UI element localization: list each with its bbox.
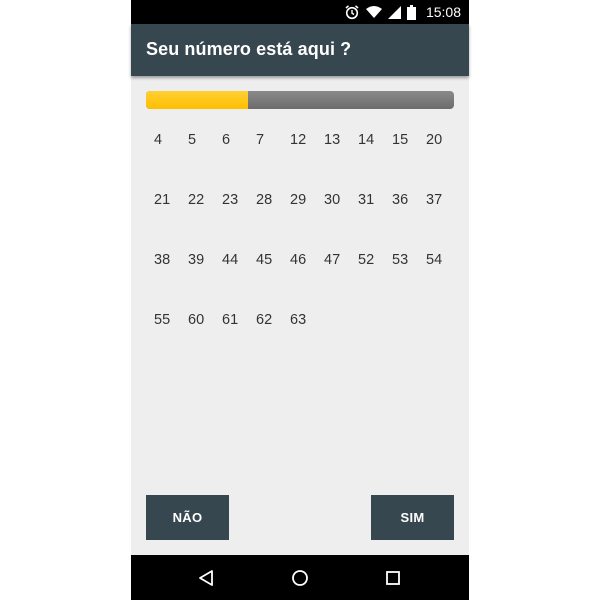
number-item: 15: [392, 132, 409, 148]
number-item: 62: [256, 312, 273, 328]
number-item: 30: [324, 192, 341, 208]
status-time: 15:08: [425, 4, 461, 20]
number-item: 36: [392, 192, 409, 208]
number-item: 52: [358, 252, 375, 268]
back-icon[interactable]: [193, 565, 219, 591]
no-button[interactable]: NÃO: [146, 495, 229, 540]
number-item: 46: [290, 252, 307, 268]
number-item: 47: [324, 252, 341, 268]
number-item: 21: [154, 192, 171, 208]
number-item: 23: [222, 192, 239, 208]
recents-icon[interactable]: [380, 565, 406, 591]
number-item: 45: [256, 252, 273, 268]
number-item: 63: [290, 312, 307, 328]
yes-button[interactable]: SIM: [371, 495, 454, 540]
home-icon[interactable]: [287, 565, 313, 591]
number-item: 6: [222, 132, 231, 148]
number-item: 61: [222, 312, 239, 328]
app-bar: Seu número está aqui ?: [131, 24, 469, 76]
number-item: 13: [324, 132, 341, 148]
navigation-bar: [131, 555, 469, 600]
number-item: 20: [426, 132, 443, 148]
number-item: 14: [358, 132, 375, 148]
status-icons: 15:08: [344, 0, 461, 24]
number-item: 4: [154, 132, 163, 148]
number-item: 5: [188, 132, 197, 148]
battery-icon: [406, 4, 416, 20]
number-grid: 4 5 6 7 12 13 14 15 20 21 22 23 28 29 30 31 36 37 38 39 44 45…: [146, 123, 466, 363]
number-item: 31: [358, 192, 375, 208]
alarm-icon: [344, 4, 360, 20]
number-item: 12: [290, 132, 307, 148]
wifi-icon: [365, 5, 382, 19]
page-title: Seu número está aqui ?: [146, 39, 352, 59]
progress-bar: [146, 91, 454, 109]
number-item: 37: [426, 192, 443, 208]
app-screen: 15:08 Seu número está aqui ? 4 5 6 7 12 13 14 1…: [131, 0, 469, 600]
number-item: 55: [154, 312, 171, 328]
signal-icon: [387, 5, 401, 19]
number-item: 22: [188, 192, 205, 208]
number-item: 29: [290, 192, 307, 208]
number-item: 60: [188, 312, 205, 328]
number-item: 53: [392, 252, 409, 268]
number-item: 7: [256, 132, 265, 148]
number-item: 39: [188, 252, 205, 268]
number-item: 28: [256, 192, 273, 208]
status-bar: 15:08: [131, 0, 469, 24]
progress-fill: [146, 91, 248, 109]
number-item: 44: [222, 252, 239, 268]
number-item: 38: [154, 252, 171, 268]
number-item: 54: [426, 252, 443, 268]
